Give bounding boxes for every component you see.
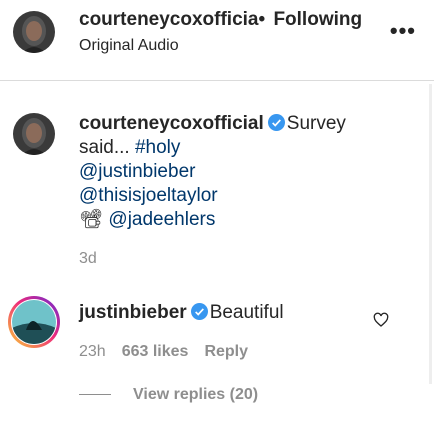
view-replies-button[interactable]: View replies (20) bbox=[79, 386, 258, 404]
scrollbar[interactable] bbox=[429, 84, 432, 384]
caption-line2: said... bbox=[79, 137, 135, 158]
mention-jadeehlers[interactable]: @jadeehlers bbox=[108, 209, 215, 230]
verified-icon bbox=[190, 303, 208, 320]
comment-body: Beautiful bbox=[209, 302, 284, 323]
mention-thisisjoeltaylor[interactable]: @thisisjoeltaylor bbox=[79, 185, 218, 206]
comment-time: 23h bbox=[79, 343, 106, 360]
following-button[interactable]: Following bbox=[273, 9, 362, 30]
mention-justinbieber[interactable]: @justinbieber bbox=[79, 161, 195, 182]
view-replies-label: View replies (20) bbox=[133, 386, 259, 403]
header-username[interactable]: courteneycoxofficia bbox=[79, 9, 259, 31]
post-header: courteneycoxofficia• Following Original … bbox=[0, 0, 434, 80]
reply-button[interactable]: Reply bbox=[204, 343, 248, 360]
caption-time: 3d bbox=[79, 250, 97, 267]
comment-meta: 23h 663 likes Reply bbox=[79, 343, 264, 361]
comment-avatar[interactable] bbox=[12, 300, 56, 344]
header-divider bbox=[0, 80, 434, 81]
author-avatar[interactable] bbox=[13, 11, 55, 53]
caption-text: courteneycoxofficial Survey said... #holy… bbox=[79, 112, 399, 232]
verified-icon bbox=[267, 114, 285, 131]
header-username-line: courteneycoxofficia• Following bbox=[79, 9, 379, 31]
hashtag-holy[interactable]: #holy bbox=[135, 137, 180, 158]
audio-label[interactable]: Original Audio bbox=[79, 37, 179, 55]
comment-username[interactable]: justinbieber bbox=[79, 302, 187, 323]
comment-likes[interactable]: 663 likes bbox=[122, 343, 189, 360]
caption-avatar[interactable] bbox=[13, 113, 55, 155]
replies-line bbox=[79, 394, 111, 396]
caption-line1: Survey bbox=[286, 113, 346, 134]
caption-username[interactable]: courteneycoxofficial bbox=[79, 113, 264, 134]
comment-text: justinbieber Beautiful bbox=[79, 301, 284, 325]
header-separator: • bbox=[258, 9, 266, 30]
more-options-icon[interactable]: ••• bbox=[390, 20, 416, 42]
camera-emoji: 📽 bbox=[79, 209, 104, 230]
heart-icon[interactable] bbox=[373, 312, 389, 328]
